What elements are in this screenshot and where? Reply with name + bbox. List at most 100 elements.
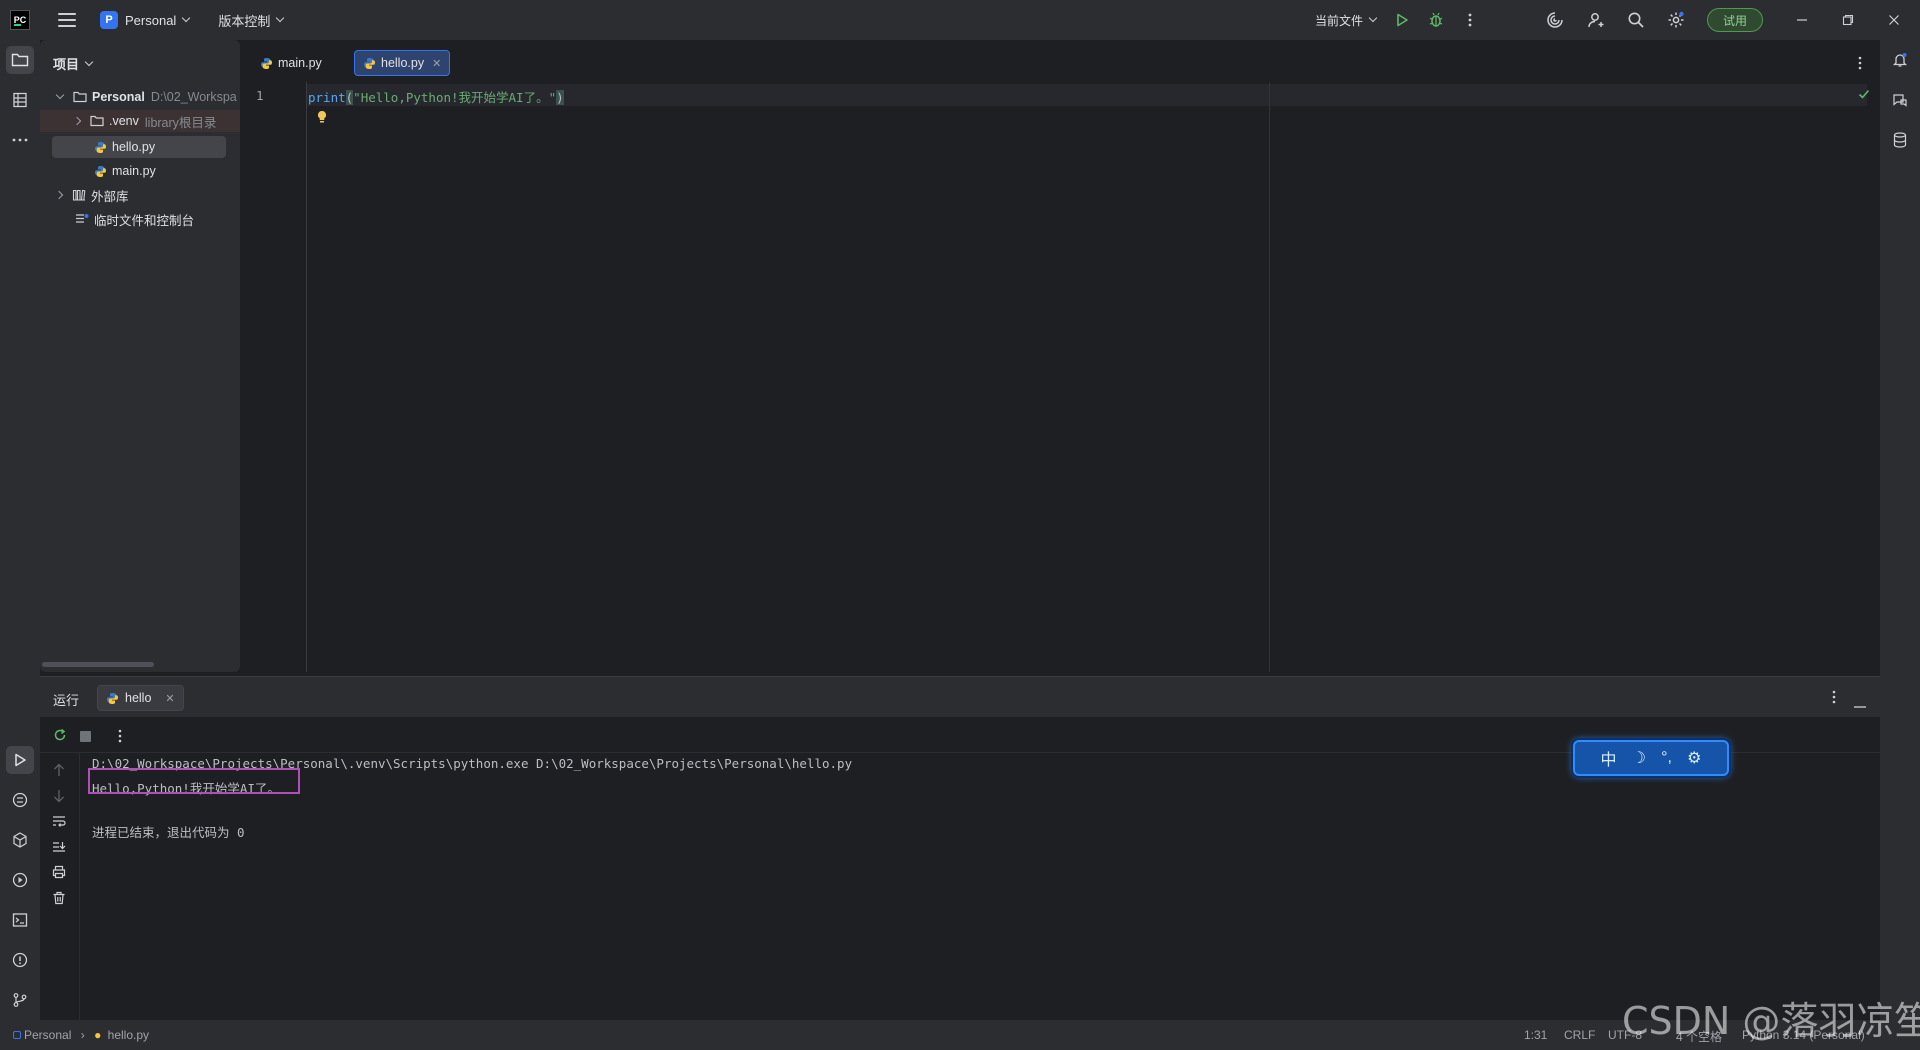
tree-root-path: D:\02_Workspa <box>150 90 237 104</box>
tree-item-scratches-label: 临时文件和控制台 <box>94 213 195 228</box>
left-tool-strip <box>0 40 40 1020</box>
output-highlight-box <box>88 768 300 794</box>
ime-punctuation-toggle[interactable]: °, <box>1661 749 1672 767</box>
stop-icon[interactable] <box>80 731 91 742</box>
close-window-icon[interactable] <box>1880 6 1908 34</box>
run-tab-hello[interactable]: hello ✕ <box>97 685 184 711</box>
python-console-icon[interactable] <box>6 786 34 814</box>
problems-icon[interactable] <box>6 946 34 974</box>
python-packages-icon[interactable] <box>6 826 34 854</box>
ime-language-toggle[interactable]: 中 <box>1601 746 1617 770</box>
chevron-down-icon <box>182 13 191 23</box>
tree-item-hello-py[interactable]: hello.py <box>52 136 226 158</box>
module-icon <box>13 1031 21 1039</box>
lightbulb-icon[interactable] <box>316 110 328 127</box>
arrow-up-icon[interactable] <box>53 763 65 780</box>
search-icon[interactable] <box>1622 6 1650 34</box>
main-menu-icon[interactable] <box>58 13 76 27</box>
breadcrumb-project[interactable]: Personal <box>24 1028 71 1042</box>
add-user-icon[interactable] <box>1582 6 1610 34</box>
run-tool-icon[interactable] <box>6 746 34 774</box>
project-switcher[interactable]: Personal <box>118 0 191 40</box>
ai-assistant-icon[interactable] <box>1541 6 1569 34</box>
code-line-1[interactable]: print("Hello,Python!我开始学AI了。") <box>308 87 564 106</box>
git-branch-icon[interactable] <box>6 986 34 1014</box>
code-function: print <box>308 90 346 105</box>
run-panel-header: 运行 hello ✕ <box>40 677 1880 717</box>
pycharm-logo-icon[interactable]: PC <box>10 10 30 30</box>
editor-more-icon[interactable] <box>1858 56 1862 73</box>
run-config-selector[interactable]: 当前文件 <box>1308 0 1378 40</box>
settings-gear-icon[interactable] <box>1662 6 1690 34</box>
code-string: "Hello,Python!我开始学AI了。" <box>353 90 557 105</box>
hide-panel-icon[interactable] <box>1854 696 1866 711</box>
python-file-icon <box>107 692 118 704</box>
close-tab-icon[interactable]: ✕ <box>432 57 441 70</box>
trial-button[interactable]: 试用 <box>1707 8 1763 32</box>
chevron-right-icon[interactable] <box>54 190 64 200</box>
python-file-icon <box>261 57 272 69</box>
trash-icon[interactable] <box>52 891 66 908</box>
more-tools-icon[interactable] <box>6 126 34 154</box>
tree-item-main-py[interactable]: main.py <box>40 160 240 182</box>
right-tool-strip <box>1880 40 1920 1020</box>
caret-position[interactable]: 1:31 <box>1524 1028 1547 1042</box>
database-icon[interactable] <box>1886 126 1914 154</box>
run-panel: 运行 hello ✕ D:\02_Workspace\Projects\Pers… <box>40 676 1880 1021</box>
project-folder-icon[interactable] <box>6 46 34 74</box>
csdn-watermark: CSDN @落羽凉笙 <box>1622 999 1920 1043</box>
inspection-ok-check-icon[interactable] <box>1858 88 1870 103</box>
run-panel-more-icon[interactable] <box>1832 690 1836 707</box>
tree-item-main-label: main.py <box>112 164 156 178</box>
ime-toolbar[interactable]: 中 ☽ °, ⚙ <box>1573 740 1729 776</box>
tree-root-label: Personal <box>92 90 145 104</box>
line-separator[interactable]: CRLF <box>1564 1028 1595 1042</box>
restore-window-icon[interactable] <box>1834 6 1862 34</box>
services-icon[interactable] <box>6 866 34 894</box>
tree-item-scratches[interactable]: 临时文件和控制台 <box>40 208 240 230</box>
code-close-paren: ) <box>556 90 564 105</box>
chevron-down-icon <box>276 13 285 23</box>
rerun-icon[interactable] <box>53 728 67 745</box>
python-file-icon: ● <box>94 1028 102 1042</box>
vcs-menu[interactable]: 版本控制 <box>211 0 285 40</box>
run-config-label: 当前文件 <box>1315 13 1364 28</box>
chevron-down-icon <box>84 57 94 66</box>
run-icon[interactable] <box>1388 6 1416 34</box>
python-file-icon <box>364 57 375 69</box>
library-icon <box>72 189 86 201</box>
tab-main-label: main.py <box>278 56 322 70</box>
chevron-right-icon[interactable] <box>72 116 82 126</box>
line-number: 1 <box>256 88 264 103</box>
tree-root-personal[interactable]: Personal D:\02_Workspa <box>40 86 240 108</box>
ai-chat-icon[interactable] <box>1886 86 1914 114</box>
arrow-down-icon[interactable] <box>53 789 65 806</box>
minimize-window-icon[interactable] <box>1788 6 1816 34</box>
ime-moon-icon[interactable]: ☽ <box>1632 748 1646 768</box>
project-panel-header[interactable]: 项目 <box>53 54 94 73</box>
soft-wrap-icon[interactable] <box>52 815 66 830</box>
tab-hello-label: hello.py <box>381 56 425 70</box>
breadcrumb-separator: › <box>80 1028 85 1042</box>
run-tab-label: hello <box>125 691 152 705</box>
tab-main-py[interactable]: main.py <box>252 50 330 76</box>
structure-icon[interactable] <box>6 86 34 114</box>
horizontal-scrollbar[interactable] <box>42 662 154 667</box>
print-icon[interactable] <box>52 865 66 882</box>
run-toolbar-more-icon[interactable] <box>118 729 122 746</box>
notifications-bell-icon[interactable] <box>1886 46 1914 74</box>
project-badge[interactable]: P <box>100 11 118 29</box>
scroll-to-end-icon[interactable] <box>52 841 66 856</box>
breadcrumb-file[interactable]: hello.py <box>108 1028 149 1042</box>
close-tab-icon[interactable]: ✕ <box>165 692 174 705</box>
tree-item-external-libs[interactable]: 外部库 <box>40 184 240 206</box>
ime-settings-icon[interactable]: ⚙ <box>1687 748 1701 768</box>
title-bar: PC P Personal 版本控制 当前文件 试用 <box>0 0 1920 40</box>
chevron-down-icon[interactable] <box>55 90 65 100</box>
tree-item-hello-label: hello.py <box>112 140 156 154</box>
tree-item-venv[interactable]: .venv library根目录 <box>40 110 240 132</box>
terminal-icon[interactable] <box>6 906 34 934</box>
more-actions-icon[interactable] <box>1456 6 1484 34</box>
debug-icon[interactable] <box>1422 6 1450 34</box>
tab-hello-py[interactable]: hello.py ✕ <box>354 50 451 76</box>
